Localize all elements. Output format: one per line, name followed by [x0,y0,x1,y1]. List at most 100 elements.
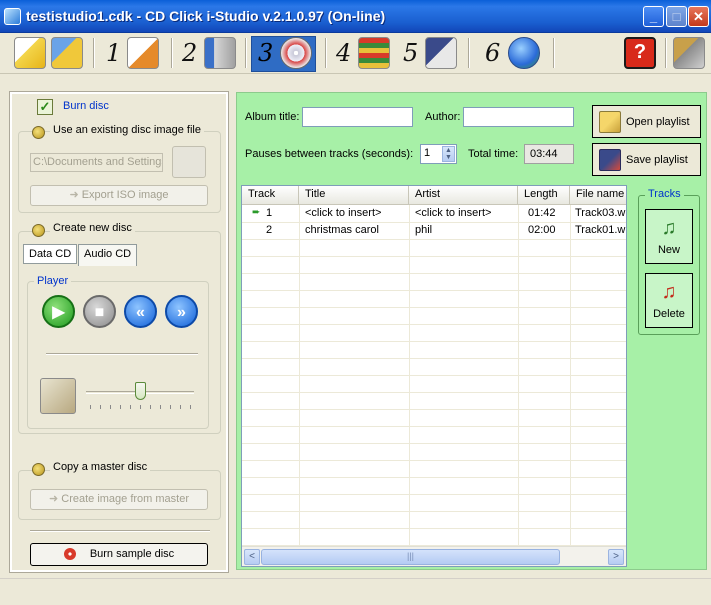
stop-button[interactable]: ■ [83,295,116,328]
close-button[interactable]: ✕ [688,6,709,27]
grid-line [242,290,626,291]
track-number: 2 [266,224,273,236]
scroll-right-button[interactable]: > [608,549,624,565]
copy-master-label: Copy a master disc [50,461,151,473]
column-header-title[interactable]: Title [299,186,409,205]
grid-line [242,477,626,478]
author-input[interactable] [463,107,574,127]
delete-track-button[interactable]: ♫ Delete [645,273,693,328]
track-artist[interactable]: <click to insert> [415,207,515,219]
grid-line [242,358,626,359]
rewind-button[interactable]: « [124,295,157,328]
playlist-panel: Album title: Author: Pauses between trac… [236,92,707,570]
scroll-thumb[interactable]: ||| [261,549,560,565]
export-iso-label: Export ISO image [81,189,169,201]
step2-media-icon[interactable] [204,37,236,69]
pauses-label: Pauses between tracks (seconds): [245,148,414,160]
horizontal-scrollbar[interactable]: < ||| > [242,546,626,566]
step4-books-icon[interactable] [358,37,390,69]
track-artist[interactable]: phil [415,224,515,236]
track-file: Track03.w [575,207,626,219]
use-existing-radio[interactable] [32,126,45,139]
divider [30,530,210,532]
track-table[interactable]: Track Title Artist Length File name ➨ 1 … [241,185,627,567]
tab-audio-cd[interactable]: Audio CD [78,244,138,266]
track-length: 01:42 [528,207,556,219]
new-project-icon[interactable] [14,37,46,69]
toolbar-separator [665,38,667,68]
grid-line [242,392,626,393]
step3-number[interactable]: 3 [258,39,273,67]
open-playlist-button[interactable]: Open playlist [592,105,701,138]
current-track-arrow-icon: ➨ [252,207,261,218]
step6-number[interactable]: 6 [485,39,500,67]
step5-save-icon[interactable] [425,37,457,69]
step4-number[interactable]: 4 [336,39,351,67]
step1-edit-icon[interactable] [127,37,159,69]
step3-disc-icon[interactable] [280,37,312,69]
track-file: Track01.w [575,224,626,236]
toolbar-separator [245,38,247,68]
burn-disc-checkbox-icon[interactable]: ✓ [37,99,53,115]
toolbar-separator [93,38,95,68]
new-track-button[interactable]: ♫ New [645,209,693,264]
copy-master-radio[interactable] [32,463,45,476]
tools-icon[interactable] [673,37,705,69]
column-header-length[interactable]: Length [518,186,570,205]
grid-line [242,375,626,376]
album-title-input[interactable] [302,107,413,127]
toolbar-separator [325,38,327,68]
progress-track[interactable] [46,353,198,355]
burn-disc-icon [63,548,76,561]
export-arrow-icon: ➜ [69,189,82,201]
save-disk-icon [599,149,621,171]
create-new-label: Create new disc [50,222,135,234]
maximize-button[interactable]: □ [666,6,687,27]
status-bar [0,578,711,605]
table-row[interactable]: ➨ 1 <click to insert> <click to insert> … [242,205,626,222]
table-row[interactable]: 2 christmas carol phil 02:00 Track01.w [242,222,626,239]
forward-button[interactable]: » [165,295,198,328]
step2-number[interactable]: 2 [182,39,197,67]
column-header-track[interactable]: Track [242,186,299,205]
create-from-master-label: Create image from master [61,493,190,505]
open-folder-icon [599,111,621,133]
play-button[interactable]: ▶ [42,295,75,328]
main-toolbar: 1 2 3 4 5 6 ? [0,34,711,74]
burn-sample-label: Burn sample disc [89,548,175,560]
burn-sample-button[interactable]: Burn sample disc [30,543,208,566]
step1-number[interactable]: 1 [106,39,121,67]
tab-data-cd[interactable]: Data CD [23,244,78,264]
use-existing-label: Use an existing disc image file [50,124,204,136]
player-label: Player [34,275,72,287]
grid-line [242,528,626,529]
grid-line [242,307,626,308]
export-iso-button[interactable]: ➜ Export ISO image [30,185,208,206]
column-header-file[interactable]: File name [570,186,626,205]
delete-track-label: Delete [653,308,685,320]
create-new-radio[interactable] [32,224,45,237]
minimize-button[interactable]: _ [643,6,664,27]
total-time-value: 03:44 [524,144,574,164]
scroll-left-button[interactable]: < [244,549,260,565]
step5-number[interactable]: 5 [403,39,418,67]
toolbar-separator [468,38,470,68]
help-icon[interactable]: ? [624,37,656,69]
save-playlist-button[interactable]: Save playlist [592,143,701,176]
title-bar: testistudio1.cdk - CD Click i-Studio v.2… [0,0,711,33]
open-playlist-label: Open playlist [626,116,690,128]
volume-ticks [90,405,192,409]
image-path-field[interactable]: C:\Documents and Settings [30,153,163,172]
track-title[interactable]: christmas carol [305,224,405,236]
pauses-spin-icon[interactable]: ▲ ▼ [442,146,455,162]
grid-line [242,239,626,240]
volume-slider-thumb[interactable] [135,382,146,400]
create-from-master-button[interactable]: ➜ Create image from master [30,489,208,510]
window-title: testistudio1.cdk - CD Click i-Studio v.2… [26,8,386,24]
column-header-artist[interactable]: Artist [409,186,518,205]
tracks-label: Tracks [645,188,684,200]
track-title[interactable]: <click to insert> [305,207,405,219]
open-project-icon[interactable] [51,37,83,69]
browse-image-icon[interactable] [172,146,206,178]
step6-globe-icon[interactable] [508,37,540,69]
